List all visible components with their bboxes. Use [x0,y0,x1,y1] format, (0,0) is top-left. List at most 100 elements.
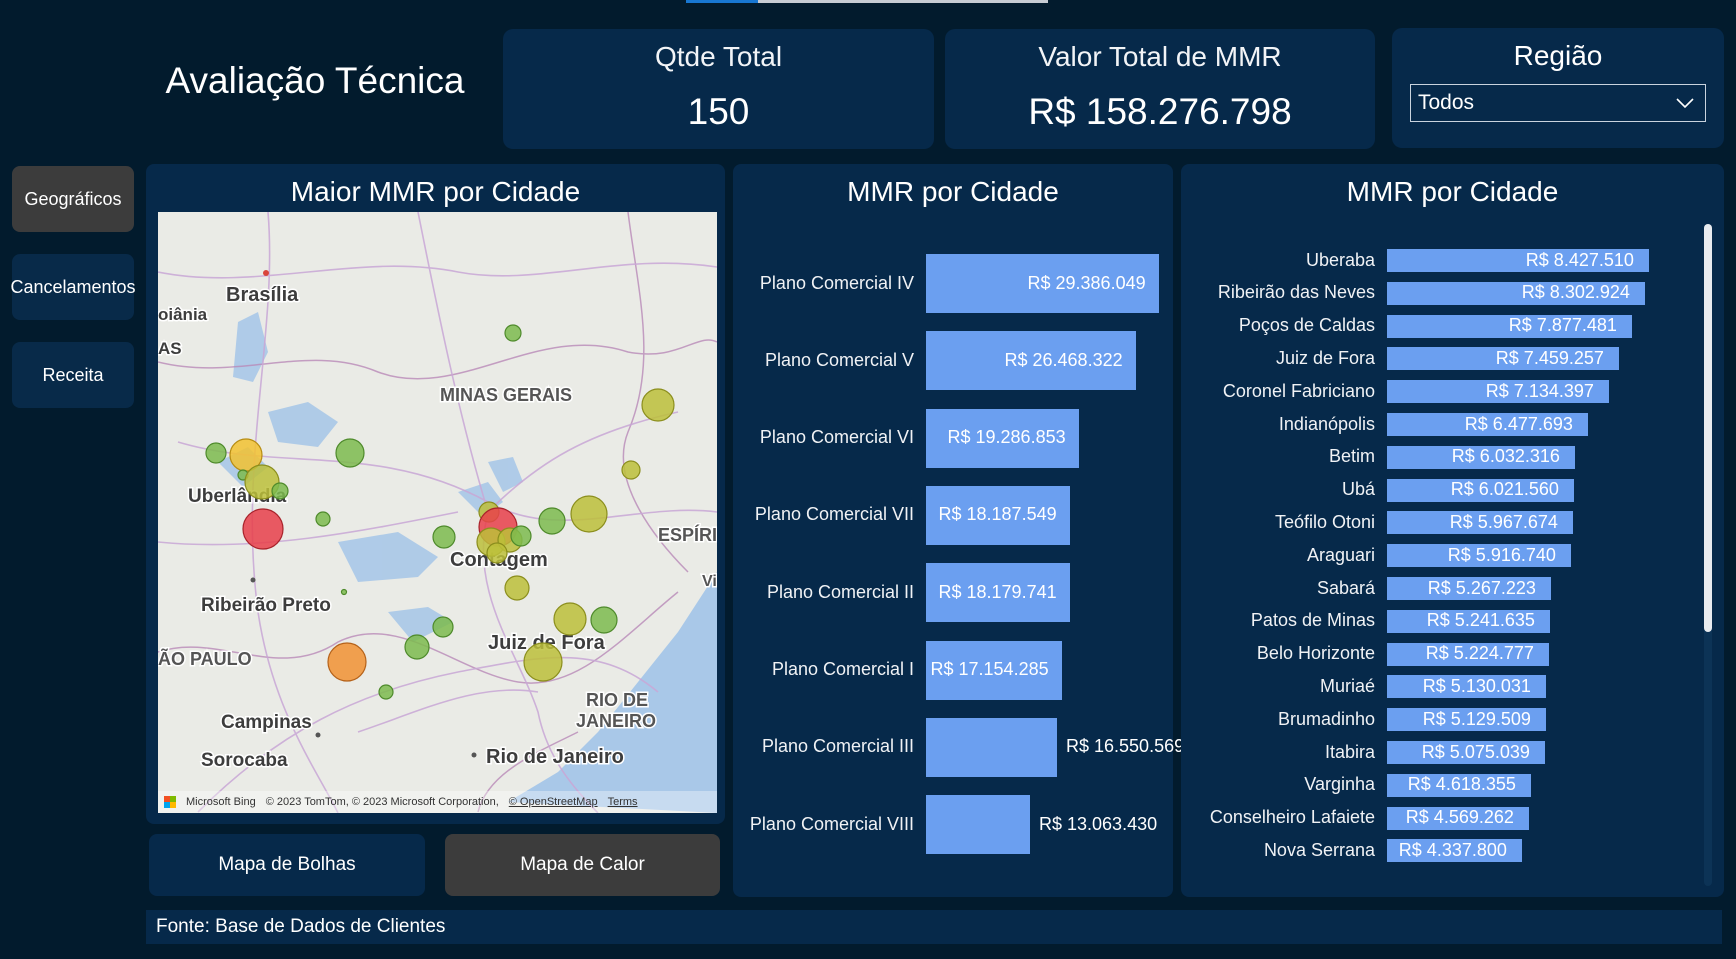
map-bubble [271,482,289,500]
bar-value-label: R$ 8.427.510 [1525,249,1634,270]
bubble-map[interactable]: Brasília oiânia AS MINAS GERAIS Uberlând… [158,212,717,813]
bar-value-label: R$ 5.130.031 [1422,675,1531,696]
bar-value-label: R$ 5.267.223 [1427,577,1536,598]
map-bubble [432,616,454,638]
openstreetmap-link[interactable]: © OpenStreetMap [509,796,598,808]
chevron-down-icon [1676,98,1694,109]
map-label-campinas: Campinas [221,712,312,733]
bar-value-label: R$ 17.154.285 [930,659,1049,679]
map-label-as: AS [158,339,182,358]
bar-value-label: R$ 5.075.039 [1421,741,1530,762]
map-label-espirito-santo: ESPÍRI [658,524,717,545]
data-source-footer: Fonte: Base de Dados de Clientes [146,910,1722,944]
bar-value-label: R$ 7.459.257 [1495,347,1604,368]
region-label: Região [1513,40,1603,71]
page-title: Avaliação Técnica [165,60,465,101]
nav-button-geograficos[interactable]: Geográficos [12,166,134,232]
map-label-brasilia: Brasília [226,284,299,306]
bar-value-label: R$ 18.179.741 [938,581,1057,602]
bar-category-label: Coronel Fabriciano [1222,380,1375,401]
bar-category-label: Poços de Caldas [1238,315,1375,336]
map-bubble [523,642,563,682]
bar-value-label: R$ 8.302.924 [1521,282,1630,303]
bar-category-label: Nova Serrana [1263,839,1375,860]
bar-category-label: Conselheiro Lafaiete [1209,807,1375,828]
bar-category-label: Plano Comercial III [761,736,914,757]
bar-value-label: R$ 19.286.853 [947,427,1066,448]
map-bubble [404,634,430,660]
map-panel-title: Maior MMR por Cidade [290,176,581,207]
kpi-value: 150 [687,91,750,132]
nav-button-cancelamentos[interactable]: Cancelamentos [10,254,136,320]
bar-category-label: Ribeirão das Neves [1217,282,1375,303]
bar-category-label: Belo Horizonte [1256,643,1375,664]
bar-value-label: R$ 13.063.430 [1039,813,1158,834]
map-attribution-text: © 2023 TomTom, © 2023 Microsoft Corporat… [265,796,499,808]
bar-category-label: Plano Comercial VI [759,427,914,448]
map-bubble [205,442,227,464]
bar-value-label: R$ 7.877.481 [1508,315,1617,336]
bar-category-label: Plano Comercial V [764,349,914,370]
bar-value-label: R$ 6.021.560 [1450,479,1559,500]
bar-value-label: R$ 5.224.777 [1425,643,1534,664]
map-bubble [432,525,456,549]
bar-category-label: Patos de Minas [1250,610,1375,631]
map-bubble [242,508,284,550]
map-canvas: Brasília oiânia AS MINAS GERAIS Uberlând… [158,212,717,813]
map-bubble [590,606,618,634]
map-type-calor-button[interactable]: Mapa de Calor [445,834,720,896]
bar-category-label: Uberaba [1305,249,1375,270]
terms-link[interactable]: Terms [608,796,638,808]
map-attribution: Microsoft Bing © 2023 TomTom, © 2023 Mic… [158,791,717,813]
chart-title: MMR por Cidade [1346,176,1559,207]
chart-mmr-por-plano: MMR por Cidade Plano Comercial IV R$ 29.3… [733,164,1184,897]
chart-scrollbar-thumb[interactable] [1704,224,1712,632]
bar-value-label: R$ 5.129.509 [1422,708,1531,729]
bar-category-label: Itabira [1324,741,1375,762]
map-label-rio-de-janeiro: Rio de Janeiro [486,746,624,768]
map-bubble [504,575,530,601]
bar-category-label: Juiz de Fora [1275,347,1375,368]
bar-value-label: R$ 6.477.693 [1464,413,1573,434]
kpi-card-qtde-total: Qtde Total 150 [503,29,934,149]
kpi-card-valor-total-mmr: Valor Total de MMR R$ 158.276.798 [945,29,1375,149]
map-label-vitoria: Vi [702,573,717,590]
map-label-goiania: oiânia [158,305,208,324]
bar-value-label: R$ 6.032.316 [1451,446,1560,467]
bar-category-label: Plano Comercial I [771,659,914,679]
bar-value-label: R$ 29.386.049 [1027,272,1146,293]
bar-category-label: Ubá [1341,479,1375,500]
page-tab-indicator [686,0,1048,3]
map-label-ribeirao-preto: Ribeirão Preto [201,595,331,616]
bar-value-label: R$ 7.134.397 [1485,380,1594,401]
chart-title: MMR por Cidade [847,176,1059,207]
map-bubble [315,511,331,527]
region-dropdown[interactable]: Todos [1410,84,1706,122]
region-slicer: Região Todos [1392,28,1724,148]
bar-category-label: Araguari [1306,544,1375,565]
map-bubble [570,495,608,533]
map-bubble [327,642,367,682]
bar-value-label: R$ 5.967.674 [1449,511,1558,532]
map-label-rio-state: RIO DE [586,690,648,710]
nav-button-receita[interactable]: Receita [12,342,134,408]
bar-category-label: Betim [1328,446,1375,467]
map-panel: Maior MMR por Cidade Brasília oiânia AS … [146,164,725,824]
bar[interactable] [926,717,1057,777]
bar-category-label: Sabará [1316,577,1375,598]
bar-category-label: Brumadinho [1277,708,1375,729]
bar-value-label: R$ 4.337.800 [1398,839,1507,860]
bar-category-label: Indianópolis [1278,413,1375,434]
bar-value-label: R$ 18.187.549 [938,504,1057,525]
map-bubble [538,507,566,535]
bar-value-label: R$ 16.550.569 [1066,736,1185,757]
map-bubble [641,388,675,422]
map-bubble [504,324,522,342]
map-type-bolhas-button[interactable]: Mapa de Bolhas [149,834,425,896]
map-attribution-brand: Microsoft Bing [186,796,256,808]
map-label-rio-state-2: JANEIRO [576,711,656,731]
bar-value-label: R$ 26.468.322 [1004,349,1123,370]
bar[interactable] [926,795,1030,855]
map-bubble [340,588,348,596]
kpi-value: R$ 158.276.798 [1028,91,1292,132]
